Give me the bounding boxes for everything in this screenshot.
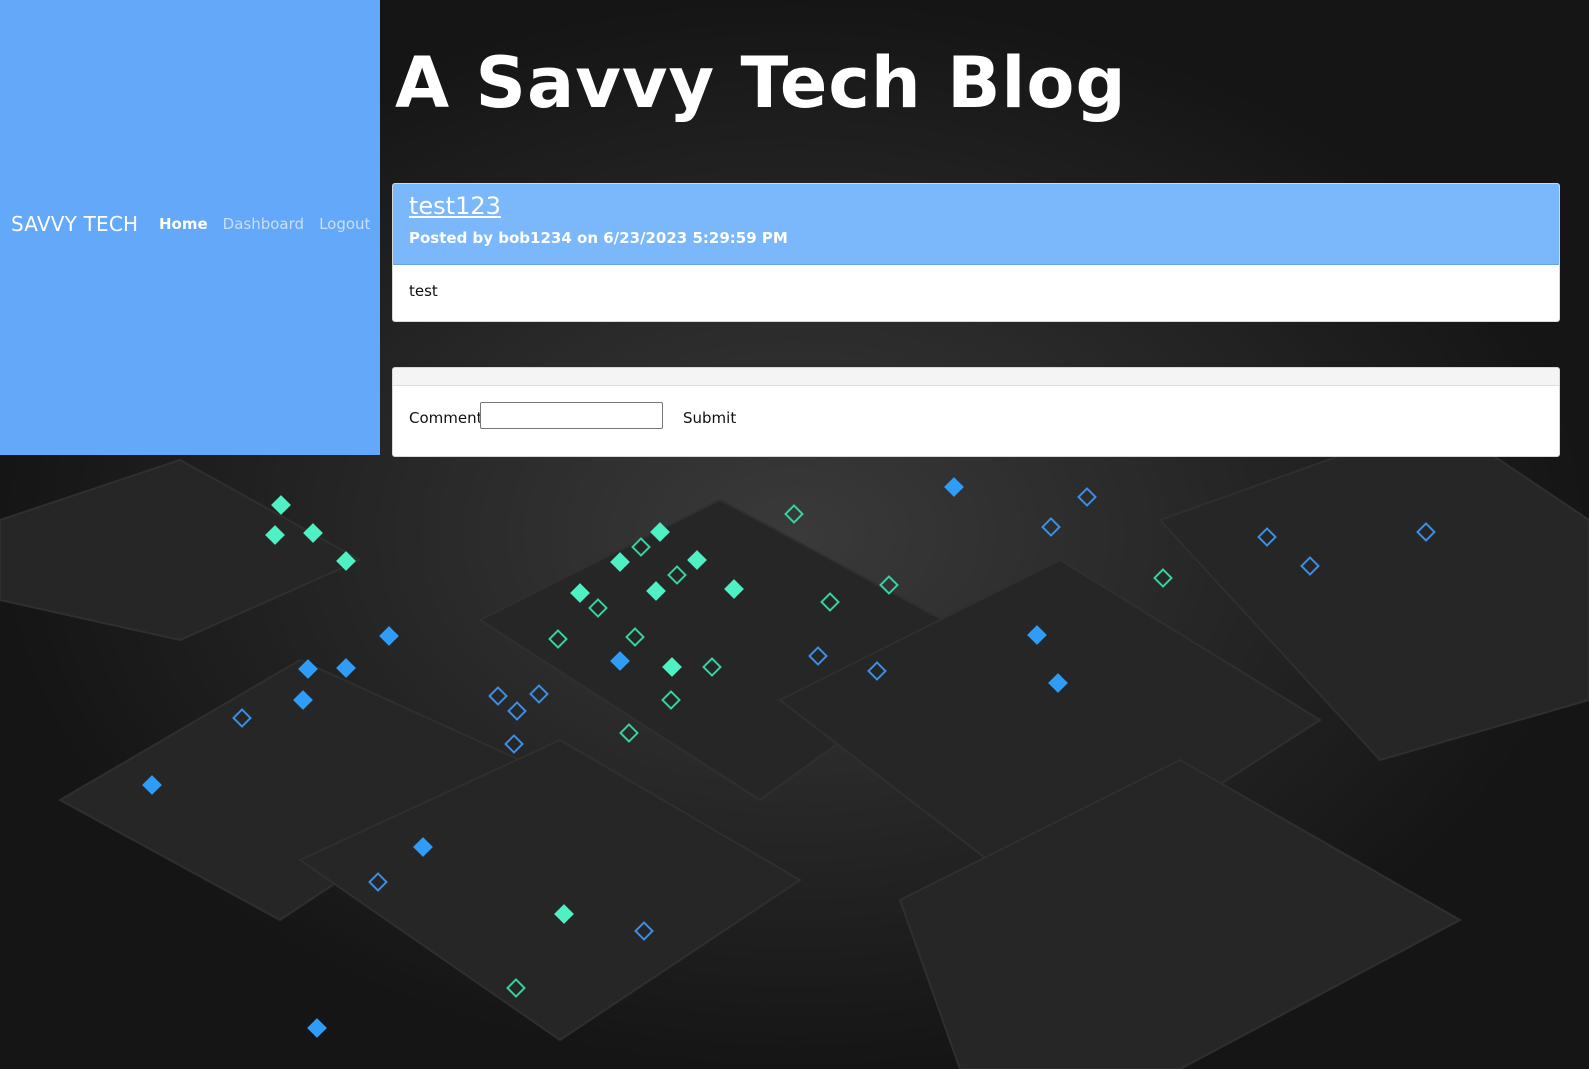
- navbar: SAVVY TECH Home Dashboard Logout: [0, 0, 380, 455]
- page-title: A Savvy Tech Blog: [395, 42, 1127, 124]
- nav-link-home[interactable]: Home: [159, 215, 208, 233]
- comment-label: Comment: [409, 409, 483, 427]
- post-body: test: [409, 282, 438, 300]
- post-card: test123 Posted by bob1234 on 6/23/2023 5…: [392, 183, 1560, 322]
- comment-form: Comment Submit: [392, 367, 1560, 457]
- nav-links: Home Dashboard Logout: [159, 215, 370, 233]
- comment-card-header: [393, 368, 1559, 386]
- post-title-link[interactable]: test123: [409, 192, 501, 220]
- brand-logo-text[interactable]: SAVVY TECH: [11, 212, 138, 236]
- post-header: test123 Posted by bob1234 on 6/23/2023 5…: [393, 184, 1559, 265]
- submit-button[interactable]: Submit: [683, 409, 736, 427]
- comment-input[interactable]: [480, 402, 663, 429]
- nav-link-dashboard[interactable]: Dashboard: [223, 215, 304, 233]
- nav-link-logout[interactable]: Logout: [319, 215, 370, 233]
- post-meta: Posted by bob1234 on 6/23/2023 5:29:59 P…: [409, 229, 788, 247]
